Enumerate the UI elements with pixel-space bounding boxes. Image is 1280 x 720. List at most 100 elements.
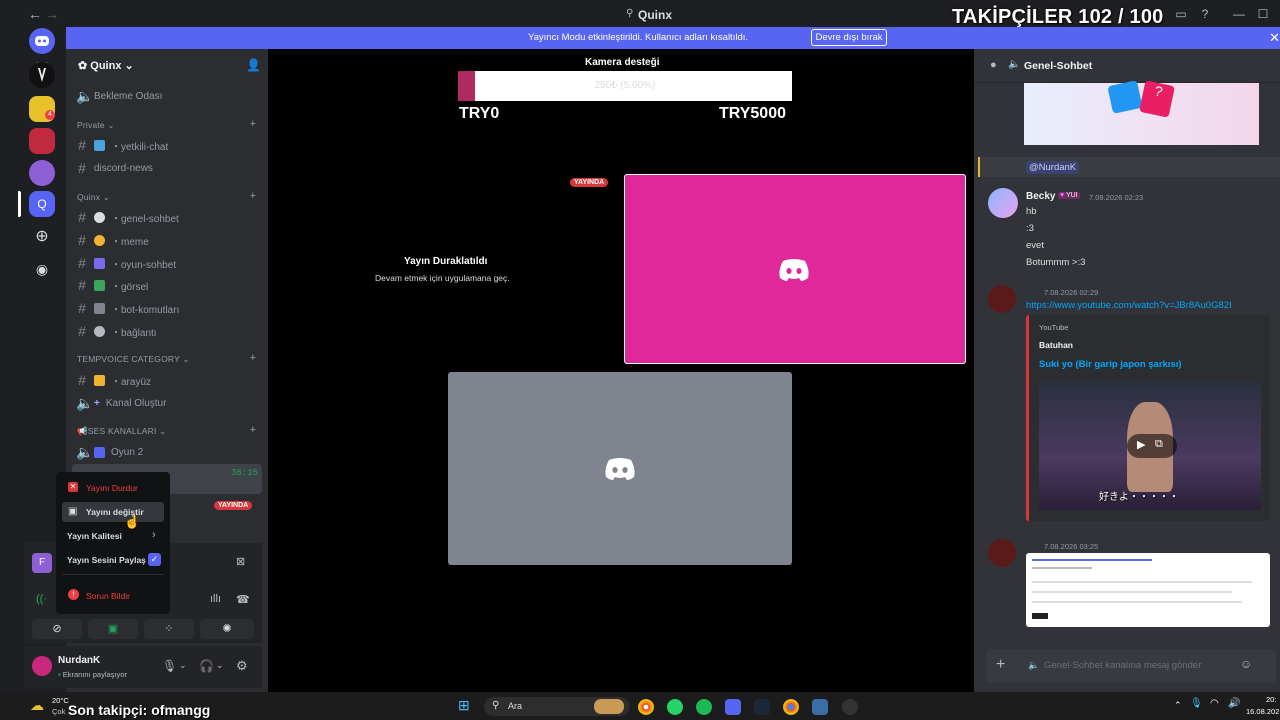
add-channel-icon[interactable]: + [250,190,256,202]
open-external-icon[interactable]: ⧉ [1155,438,1163,451]
image-attachment[interactable]: ? [1024,80,1259,145]
thread-icon[interactable]: ● [990,59,997,71]
soundboard-button[interactable]: ✺ [200,619,254,639]
chevron-down-icon[interactable]: ⌄ [216,660,224,671]
avatar[interactable] [988,539,1016,567]
message-author[interactable]: Becky [1026,191,1055,202]
play-icon[interactable]: ▶ [1137,438,1145,451]
channel-yetkili-chat[interactable]: # ・yetkili-chat [76,137,168,153]
stream-tile-gray[interactable] [448,372,792,565]
avatar[interactable] [988,188,1018,218]
headphones-icon[interactable]: 🎧 [199,659,214,673]
category-voice[interactable]: 📢SES KANALLARI ⌄ [77,426,166,437]
emoji-icon[interactable]: ☺ [1240,657,1252,671]
server-settings-icon: ✿ [78,60,91,72]
avatar[interactable] [988,285,1016,313]
category-quinx[interactable]: Quinx ⌄ [77,192,110,203]
chevron-down-icon[interactable]: ⌄ [179,660,187,671]
discord-logo-icon [779,259,809,281]
channel-arayuz[interactable]: # ・arayüz [76,372,151,388]
stop-stream-item[interactable]: Yayını Durdur [86,483,138,493]
category-private[interactable]: Private ⌄ [77,120,115,131]
inbox-icon[interactable]: ▭ [1174,7,1188,21]
invite-people-icon[interactable]: 👤 [246,58,261,72]
taskbar-search[interactable]: ⚲ Ara [484,697,630,716]
stop-screen-icon[interactable]: ⊠ [236,555,245,568]
add-channel-icon[interactable]: + [250,352,256,364]
embed-title[interactable]: Suki yo (Bir garip japon şarkısı) [1039,359,1182,370]
spotify-icon[interactable] [696,699,712,715]
add-channel-icon[interactable]: + [250,424,256,436]
mention[interactable]: @NurdanK [1026,161,1080,174]
close-icon[interactable]: ✕ [1269,30,1280,46]
microphone-icon[interactable]: 🎙 [162,659,177,673]
channel-meme[interactable]: # ・meme [76,232,149,248]
screenshot-attachment[interactable] [1026,553,1270,627]
channel-kanal-olustur[interactable]: 🔈 + Kanal Oluştur [76,395,166,412]
channel-oyun-2[interactable]: 🔈 Oyun 2 [76,444,143,461]
obs-icon[interactable] [842,699,858,715]
screen-share-button[interactable]: ▣ [88,619,138,639]
channel-baglanti[interactable]: # ・bağlantı [76,323,157,339]
checkbox-checked-icon[interactable]: ✓ [148,553,161,566]
explore-icon[interactable]: ◉ [29,256,55,282]
message-input-box[interactable]: + 🔈 Genel-Sohbet kanalına mesaj gönder ☺ [986,649,1276,683]
channel-genel-sohbet[interactable]: # ・genel-sohbet [76,209,179,225]
disconnect-icon[interactable]: ☎ [236,593,250,606]
activities-button[interactable]: ⁘ [144,619,194,639]
embed-author[interactable]: Batuhan [1039,340,1073,350]
stream-preview-thumbnail[interactable]: F [32,553,52,573]
channel-afk[interactable]: 🔈 Bekleme Odası [76,88,162,105]
discord-taskbar-icon[interactable] [725,699,741,715]
server-icon-3[interactable] [29,128,55,154]
discord-home-icon[interactable] [29,28,55,54]
back-button[interactable]: ← [28,6,42,22]
gear-icon[interactable]: ⚙ [236,658,248,674]
weather-icon[interactable]: ☁ [30,697,44,714]
add-attachment-icon[interactable]: + [996,656,1005,674]
wifi-icon[interactable]: ◠ [1210,698,1219,709]
forward-button[interactable]: → [45,6,59,22]
category-tempvoice[interactable]: TEMPVOICE CATEGORY ⌄ [77,354,190,365]
video-thumbnail[interactable]: ▶ ⧉ 好きよ・・・・・ [1039,382,1261,510]
youtube-link[interactable]: https://www.youtube.com/watch?v=JBr8Au0G… [1026,300,1232,311]
clock-date: 16.08.202 [1246,707,1280,716]
share-audio-item[interactable]: Yayın Sesini Paylaş [67,555,146,565]
channel-discord-news[interactable]: # discord-news [76,160,153,176]
server-icon-1[interactable] [29,62,55,88]
volume-icon[interactable]: 🔊 [1228,698,1240,709]
active-server-pill [18,191,21,217]
camera-off-button[interactable]: ⊘ [32,619,82,639]
add-channel-icon[interactable]: + [250,118,256,130]
report-issue-item[interactable]: Sorun Bildir [86,591,130,601]
noise-suppression-icon[interactable]: ıllı [210,593,221,605]
server-icon-4[interactable] [29,160,55,186]
add-server-icon[interactable]: ⊕ [29,224,55,250]
app-icon[interactable] [812,699,828,715]
whatsapp-icon[interactable] [667,699,683,715]
stream-tile-pink[interactable] [624,174,966,364]
steam-icon[interactable] [754,699,770,715]
chrome-profile-icon[interactable] [783,699,799,715]
server-name-header[interactable]: ✿ Quinx ⌄ [78,59,134,72]
help-icon[interactable]: ? [1198,7,1212,21]
microphone-tray-icon[interactable]: 🎙 [1190,698,1203,709]
avatar[interactable] [32,656,52,676]
channel-bot-komutlari[interactable]: # ・bot-komutları [76,300,179,316]
message-time: 7.08.2026 03:25 [1044,542,1099,551]
channel-gorsel[interactable]: # ・görsel [76,277,148,293]
quinx-server-icon[interactable]: Q [29,191,55,217]
play-controls[interactable]: ▶ ⧉ [1127,434,1177,458]
stream-quality-item[interactable]: Yayın Kalitesi [67,531,122,541]
question-icon: ? [1139,80,1175,118]
windows-start-icon[interactable]: ⊞ [458,697,470,714]
speech-bubble-icon [94,211,105,223]
message-input-placeholder[interactable]: Genel-Sohbet kanalına mesaj gönder [1044,660,1201,671]
tray-chevron-icon[interactable]: ⌃ [1174,700,1182,711]
disable-streamer-mode-button[interactable]: Devre dışı bırak [811,29,887,46]
chrome-icon[interactable] [638,699,654,715]
last-follower-overlay: Son takipçi: ofmangg [68,702,211,718]
minimize-icon[interactable]: — [1232,7,1246,21]
maximize-icon[interactable]: ☐ [1256,7,1270,21]
channel-oyun-sohbet[interactable]: # ・oyun-sohbet [76,255,176,271]
